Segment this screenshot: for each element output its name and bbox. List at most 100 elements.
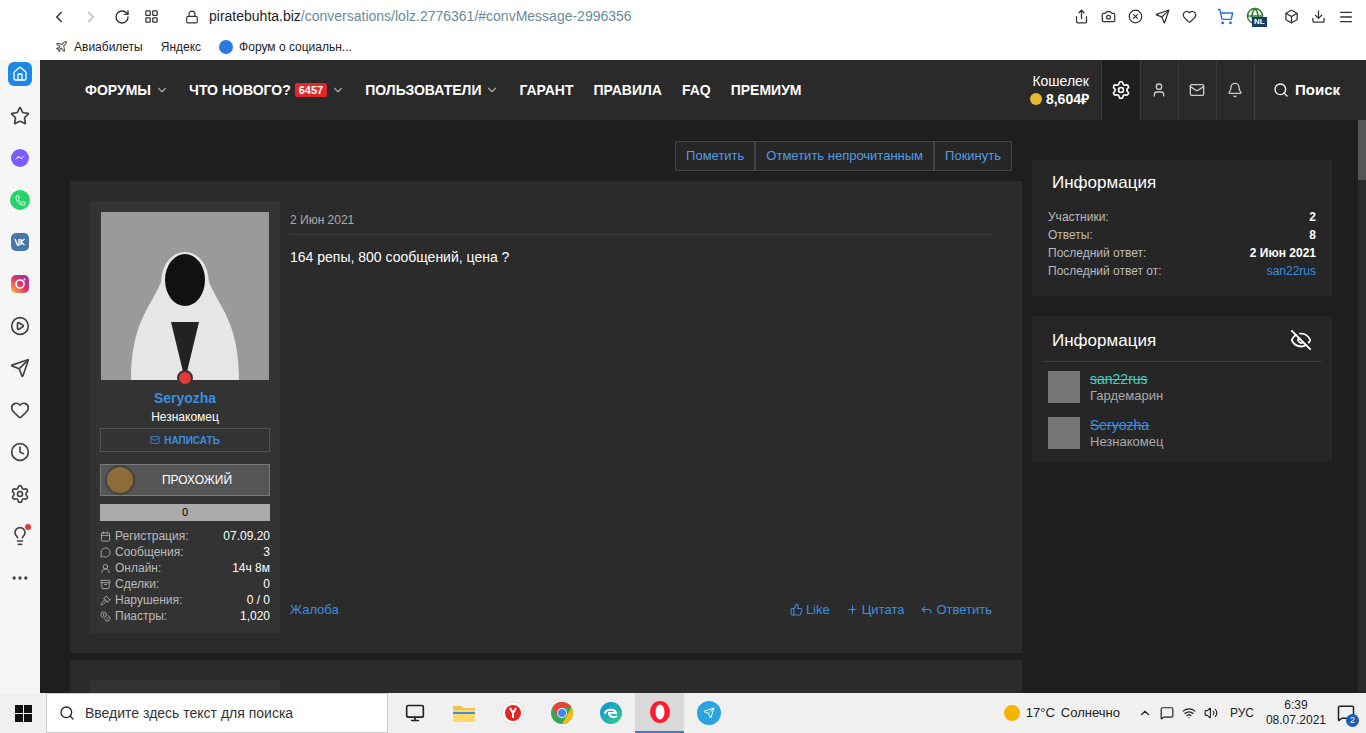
tray-app-icon[interactable] [1160,706,1174,720]
volume-icon[interactable] [1204,706,1218,720]
clock-icon [10,442,30,462]
taskbar-app[interactable] [390,693,439,733]
sidebar-item[interactable] [8,566,32,590]
sidebar-item[interactable] [8,272,32,296]
sidebar-item[interactable] [8,188,32,212]
sidebar-item[interactable] [8,314,32,338]
participant[interactable]: SeryozhaНезнакомец [1048,416,1316,450]
author-name[interactable]: Seryozha [154,390,216,407]
taskbar-app[interactable] [439,693,488,733]
clock[interactable]: 6:3908.07.2021 [1266,698,1326,728]
bookmark[interactable]: Яндекс [161,38,201,56]
reload-icon[interactable] [114,9,130,25]
send-icon [10,358,30,378]
sidebar-item[interactable] [8,524,32,548]
coin-icon [1030,93,1042,105]
nav-item[interactable]: ГАРАНТ [519,80,573,101]
send-icon[interactable] [1155,9,1170,24]
thread-action-button[interactable]: Пометить [675,141,755,171]
taskbar-app[interactable] [635,693,684,733]
settings-button[interactable] [1101,60,1141,120]
message-action[interactable]: Цитата [846,600,905,620]
wallet[interactable]: Кошелек8,604₽ [1030,73,1101,108]
sidebar-item[interactable] [8,356,32,380]
nav-item[interactable]: ПОЛЬЗОВАТЕЛИ [365,80,499,101]
vpn-button[interactable]: NL [1246,7,1266,27]
info-title: Информация [1048,170,1316,196]
folder-icon [452,702,476,724]
user-panel: SeryozhaНезнакомецНАПИСАТЬПРОХОЖИЙ0Регис… [90,201,280,633]
write-button[interactable]: НАПИСАТЬ [100,428,270,452]
message-action[interactable]: Like [790,600,830,620]
thread-action-button[interactable]: Покинуть [934,141,1012,171]
sidebar-item[interactable] [8,104,32,128]
address-bar[interactable]: piratebuhta.biz/conversations/lolz.27763… [185,6,1074,27]
sidebar-item[interactable] [8,482,32,506]
sidebar-item[interactable] [8,146,32,170]
status-dot [177,370,193,386]
menu-icon[interactable] [1338,9,1354,25]
snapshot-icon[interactable] [1101,9,1116,24]
notification-count: 2 [1346,714,1359,727]
nav-item[interactable]: ФОРУМЫ [85,80,169,101]
author-title: Незнакомец [151,409,219,425]
report-link[interactable]: Жалоба [290,600,790,620]
nav-item[interactable]: ПРЕМИУМ [731,80,802,101]
info-block: ИнформацияУчастники:2Ответы:8Последний о… [1032,160,1332,296]
inbox-button[interactable] [1179,60,1217,120]
heart-icon[interactable] [1182,9,1197,24]
adblock-icon[interactable] [1128,9,1143,24]
chrome-icon [550,701,574,725]
browser-sidebar [0,60,40,693]
vk-icon [10,232,30,252]
message-action[interactable]: Ответить [920,600,992,620]
download-icon[interactable] [1311,9,1326,24]
language-indicator[interactable]: РУС [1230,704,1254,722]
notification-center[interactable]: 2 [1326,693,1366,733]
sidebar-item[interactable] [8,62,32,86]
network-icon[interactable] [1182,706,1196,720]
taskbar-search[interactable]: Введите здесь текст для поиска [46,693,388,733]
message-text: 164 репы, 800 сообщений, цена ? [290,247,992,268]
main-area: ПометитьОтметить непрочитаннымПокинуть Se… [40,120,1358,693]
stat-row: Регистрация:07.09.20 [100,528,270,544]
taskbar-app[interactable] [488,693,537,733]
hide-icon[interactable] [1290,329,1312,351]
tray-expand-icon[interactable] [1138,706,1152,720]
rank-banner: ПРОХОЖИЙ [100,464,270,496]
bookmark[interactable]: Авиабилеты [55,38,143,56]
hooded-figure-icon [101,212,269,380]
caret-icon [155,83,169,97]
nav-item[interactable]: ПРАВИЛА [594,80,662,101]
heart-icon [10,400,30,420]
cart-icon[interactable] [1217,8,1234,25]
nav-item[interactable]: ЧТО НОВОГО?6457 [189,80,345,101]
sidebar-item[interactable] [8,398,32,422]
bookmark[interactable]: Форум о социальн... [219,38,352,56]
share-icon[interactable] [1074,9,1089,24]
weather[interactable]: 17°CСолнечно [1004,703,1120,723]
thread-action-button[interactable]: Отметить непрочитанным [755,141,934,171]
info-row: Участники:2 [1048,208,1316,226]
sidebar-item[interactable] [8,440,32,464]
alerts-button[interactable] [1217,60,1255,120]
home-icon [12,66,28,82]
extensions-icon[interactable] [1284,9,1299,24]
search-button[interactable]: Поиск [1255,79,1358,102]
forward-icon[interactable] [82,8,100,26]
nav-item[interactable]: FAQ [682,80,711,101]
account-button[interactable] [1141,60,1179,120]
taskbar-app[interactable] [537,693,586,733]
next-message-card [70,660,1022,693]
start-button[interactable] [0,693,46,733]
participant[interactable]: san22rusГардемарин [1048,370,1316,404]
participants-title: Информация [1052,328,1156,354]
nav-badge: 6457 [295,83,327,97]
back-icon[interactable] [50,8,68,26]
scrollbar[interactable] [1358,60,1366,693]
sidebar-item[interactable] [8,230,32,254]
grid-icon[interactable] [144,9,159,24]
avatar[interactable] [101,212,269,380]
taskbar-app[interactable] [586,693,635,733]
taskbar-app[interactable] [684,693,733,733]
